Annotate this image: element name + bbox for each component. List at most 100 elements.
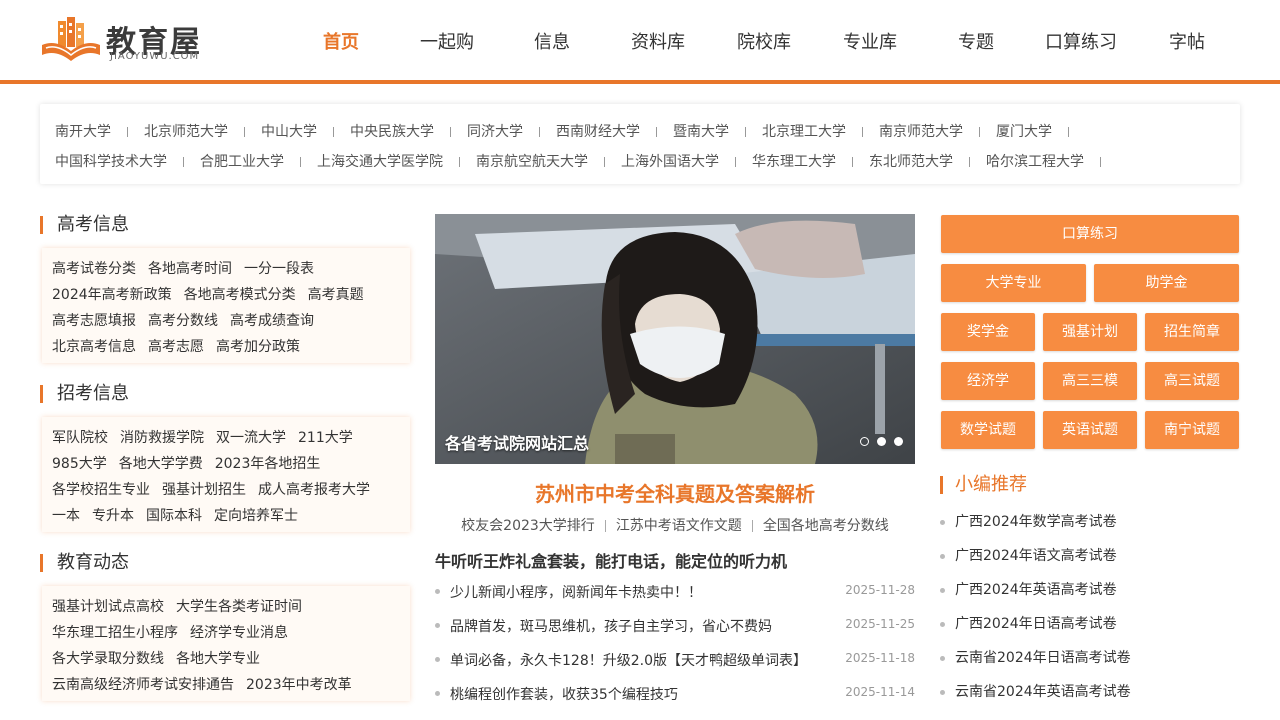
university-link[interactable]: 北京师范大学 <box>144 124 228 140</box>
topic-link[interactable]: 高考成绩查询 <box>230 313 326 329</box>
quick-link-button[interactable]: 高三试题 <box>1145 362 1239 400</box>
university-link[interactable]: 合肥工业大学 <box>200 154 284 170</box>
topic-link[interactable]: 2023年中考改革 <box>246 677 364 693</box>
topic-link[interactable]: 各学校招生专业 <box>52 482 162 498</box>
news-item[interactable]: 品牌首发，斑马思维机，孩子自主学习，省心不费妈 2025-11-25 <box>435 616 915 636</box>
news-item[interactable]: 少儿新闻小程序，阅新闻年卡热卖中！！ 2025-11-28 <box>435 582 915 602</box>
topic-link[interactable]: 专升本 <box>92 508 146 524</box>
quick-link-button[interactable]: 强基计划 <box>1043 313 1137 351</box>
news-title[interactable]: 单词必备，永久卡128！升级2.0版【天才鸭超级单词表】 <box>450 650 807 670</box>
recommend-item[interactable]: 广西2024年日语高考试卷 <box>940 613 1117 633</box>
topic-link[interactable]: 高考分数线 <box>148 313 230 329</box>
topic-link[interactable]: 一分一段表 <box>244 261 326 277</box>
quick-link-button[interactable]: 英语试题 <box>1043 411 1137 449</box>
quick-link-button[interactable]: 高三三模 <box>1043 362 1137 400</box>
topic-link[interactable]: 各大学录取分数线 <box>52 651 176 667</box>
topic-link[interactable]: 一本 <box>52 508 92 524</box>
university-link[interactable]: 南京师范大学 <box>879 124 963 140</box>
quick-link-button[interactable]: 招生简章 <box>1145 313 1239 351</box>
divider <box>979 127 980 137</box>
university-link[interactable]: 中央民族大学 <box>350 124 434 140</box>
news-title[interactable]: 少儿新闻小程序，阅新闻年卡热卖中！！ <box>450 582 702 602</box>
university-link[interactable]: 上海交通大学医学院 <box>317 154 443 170</box>
carousel-banner[interactable]: 各省考试院网站汇总 <box>435 214 915 464</box>
topic-link[interactable]: 云南高级经济师考试安排通告 <box>52 677 246 693</box>
topic-link[interactable]: 定向培养军士 <box>214 508 310 524</box>
headline-link[interactable]: 苏州市中考全科真题及答案解析 <box>435 478 915 507</box>
quick-link-button[interactable]: 奖学金 <box>941 313 1035 351</box>
recommend-item[interactable]: 广西2024年数学高考试卷 <box>940 511 1117 531</box>
recommend-item-label: 广西2024年英语高考试卷 <box>955 582 1117 598</box>
university-link[interactable]: 哈尔滨工程大学 <box>986 154 1084 170</box>
news-item[interactable]: 单词必备，永久卡128！升级2.0版【天才鸭超级单词表】 2025-11-18 <box>435 650 915 670</box>
quick-link-button[interactable]: 南宁试题 <box>1145 411 1239 449</box>
topic-link[interactable]: 985大学 <box>52 456 119 472</box>
divider <box>751 520 753 532</box>
topic-link[interactable]: 强基计划试点高校 <box>52 599 176 615</box>
university-link[interactable]: 北京理工大学 <box>762 124 846 140</box>
carousel-dot[interactable] <box>860 437 869 446</box>
university-link[interactable]: 西南财经大学 <box>556 124 640 140</box>
recommend-item[interactable]: 云南省2024年英语高考试卷 <box>940 681 1131 701</box>
topic-link[interactable]: 各地高考模式分类 <box>184 287 308 303</box>
sublink[interactable]: 校友会2023大学排行 <box>461 518 595 534</box>
topic-link[interactable]: 经济学专业消息 <box>190 625 300 641</box>
news-title[interactable]: 桃编程创作套装，收获35个编程技巧 <box>450 684 678 704</box>
topic-link[interactable]: 各地大学专业 <box>176 651 272 667</box>
topic-link[interactable]: 高考志愿 <box>148 339 216 355</box>
topic-link[interactable]: 大学生各类考证时间 <box>176 599 314 615</box>
quick-link-button[interactable]: 经济学 <box>941 362 1035 400</box>
topic-link[interactable]: 高考志愿填报 <box>52 313 148 329</box>
site-logo[interactable]: 教育屋 JIAOYUWU.COM <box>40 15 210 65</box>
feature-link[interactable]: 牛听听王炸礼盒套装，能打电话，能定位的听力机 <box>435 548 787 572</box>
university-link[interactable]: 暨南大学 <box>673 124 729 140</box>
quick-link-button[interactable]: 口算练习 <box>941 215 1239 253</box>
university-link[interactable]: 中山大学 <box>261 124 317 140</box>
recommend-item[interactable]: 云南省2024年日语高考试卷 <box>940 647 1131 667</box>
topic-link[interactable]: 211大学 <box>298 430 365 446</box>
topic-link[interactable]: 双一流大学 <box>216 430 298 446</box>
topic-link[interactable]: 各地大学学费 <box>119 456 215 472</box>
topic-link[interactable]: 成人高考报考大学 <box>258 482 382 498</box>
news-title[interactable]: 品牌首发，斑马思维机，孩子自主学习，省心不费妈 <box>450 616 772 636</box>
university-link[interactable]: 南开大学 <box>55 124 111 140</box>
topic-link[interactable]: 高考真题 <box>308 287 376 303</box>
topic-link[interactable]: 消防救援学院 <box>120 430 216 446</box>
topic-link[interactable]: 2023年各地招生 <box>215 456 333 472</box>
nav-mental-math[interactable]: 口算练习 <box>1045 28 1117 54</box>
topic-link[interactable]: 高考试卷分类 <box>52 261 148 277</box>
nav-majors[interactable]: 专业库 <box>843 28 897 54</box>
topic-link[interactable]: 各地高考时间 <box>148 261 244 277</box>
topic-link[interactable]: 高考加分政策 <box>216 339 312 355</box>
university-link[interactable]: 华东理工大学 <box>752 154 836 170</box>
university-link[interactable]: 东北师范大学 <box>869 154 953 170</box>
topic-link[interactable]: 国际本科 <box>146 508 214 524</box>
quick-link-button[interactable]: 助学金 <box>1094 264 1239 302</box>
university-link[interactable]: 上海外国语大学 <box>621 154 719 170</box>
topic-link[interactable]: 2024年高考新政策 <box>52 287 184 303</box>
university-link[interactable]: 厦门大学 <box>996 124 1052 140</box>
nav-info[interactable]: 信息 <box>534 28 570 54</box>
nav-schools[interactable]: 院校库 <box>737 28 791 54</box>
nav-group-buy[interactable]: 一起购 <box>420 28 474 54</box>
sublink[interactable]: 全国各地高考分数线 <box>763 518 889 534</box>
topic-link[interactable]: 北京高考信息 <box>52 339 148 355</box>
topic-link[interactable]: 军队院校 <box>52 430 120 446</box>
topic-link[interactable]: 华东理工招生小程序 <box>52 625 190 641</box>
recommend-item[interactable]: 广西2024年语文高考试卷 <box>940 545 1117 565</box>
nav-copybook[interactable]: 字帖 <box>1169 28 1205 54</box>
nav-home[interactable]: 首页 <box>323 28 359 54</box>
university-link[interactable]: 同济大学 <box>467 124 523 140</box>
university-link[interactable]: 南京航空航天大学 <box>476 154 588 170</box>
sublink[interactable]: 江苏中考语文作文题 <box>616 518 742 534</box>
nav-resources[interactable]: 资料库 <box>631 28 685 54</box>
carousel-dot[interactable] <box>894 437 903 446</box>
topic-link[interactable]: 强基计划招生 <box>162 482 258 498</box>
nav-topics[interactable]: 专题 <box>958 28 994 54</box>
recommend-item[interactable]: 广西2024年英语高考试卷 <box>940 579 1117 599</box>
university-link[interactable]: 中国科学技术大学 <box>55 154 167 170</box>
quick-link-button[interactable]: 大学专业 <box>941 264 1086 302</box>
news-item[interactable]: 桃编程创作套装，收获35个编程技巧 2025-11-14 <box>435 684 915 704</box>
carousel-dot[interactable] <box>877 437 886 446</box>
quick-link-button[interactable]: 数学试题 <box>941 411 1035 449</box>
